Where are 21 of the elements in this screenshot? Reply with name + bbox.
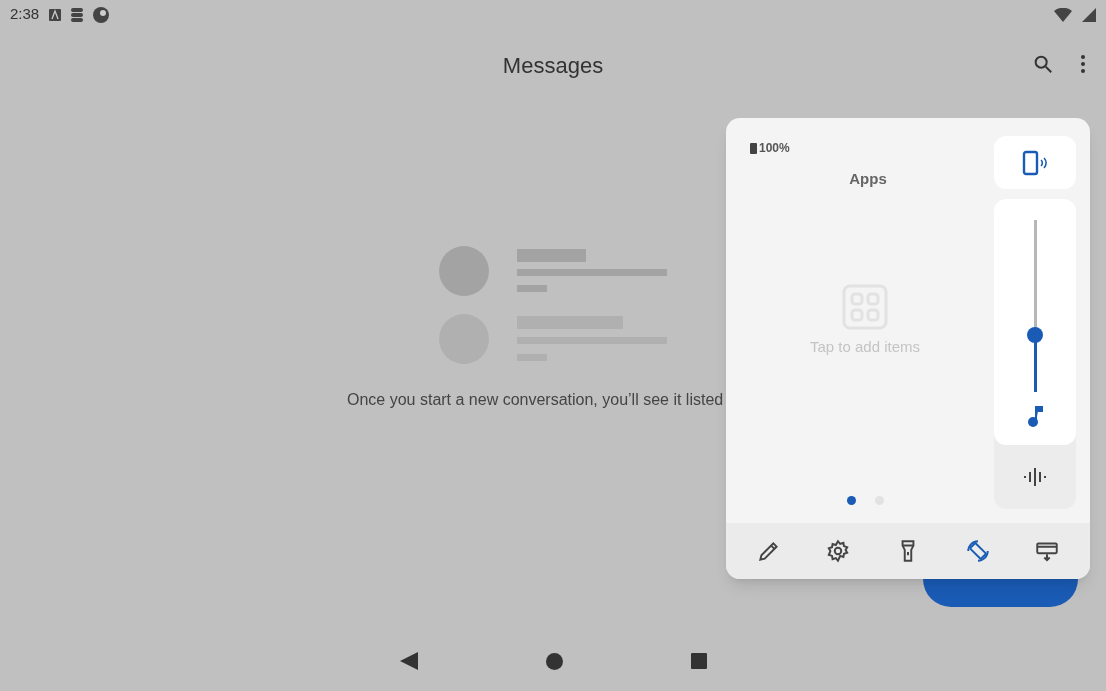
battery-icon bbox=[750, 142, 757, 154]
app-title: Messages bbox=[502, 51, 604, 80]
wifi-icon bbox=[1054, 7, 1072, 22]
ring-mode-button[interactable] bbox=[994, 136, 1076, 189]
app-notification-icon bbox=[49, 8, 62, 21]
empty-state-message: Once you start a new conversation, you’ll see it listed bbox=[347, 390, 724, 410]
music-note-icon bbox=[1027, 406, 1043, 428]
battery-percentage: 100% bbox=[759, 140, 790, 157]
floating-button[interactable] bbox=[923, 579, 1078, 607]
signal-icon bbox=[1082, 7, 1096, 22]
waveform-icon[interactable] bbox=[1023, 467, 1047, 487]
status-time: 2:38 bbox=[10, 4, 40, 25]
phone-vibrate-icon bbox=[1021, 148, 1049, 177]
panel-title: Apps bbox=[849, 169, 887, 189]
volume-slider[interactable] bbox=[1027, 220, 1043, 392]
notification-icon bbox=[93, 6, 110, 23]
database-icon bbox=[71, 7, 84, 22]
home-icon[interactable] bbox=[545, 652, 563, 670]
back-icon[interactable] bbox=[399, 652, 418, 670]
rotate-icon bbox=[964, 538, 991, 564]
recents-icon[interactable] bbox=[690, 653, 707, 669]
